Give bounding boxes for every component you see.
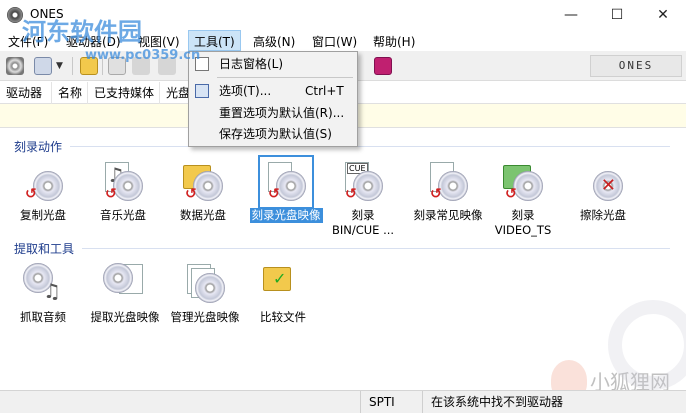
menu-help[interactable]: 帮助(H) (373, 33, 415, 50)
column-name[interactable]: 名称 (52, 82, 88, 104)
group-divider (82, 248, 670, 249)
tile-label: 刻录 VIDEO_TS (494, 208, 552, 237)
ones-logo: ONES (590, 55, 682, 77)
menu-item-reset-defaults[interactable]: 重置选项为默认值(R)... (189, 103, 357, 123)
bin-cue-icon: CUE ↺ (339, 159, 387, 205)
toolbar-separator (72, 57, 73, 75)
edit-icon[interactable] (108, 57, 126, 75)
log-pane-icon (195, 57, 209, 71)
menu-item-shortcut: Ctrl+T (305, 84, 344, 98)
book-icon[interactable] (374, 57, 392, 75)
data-disc-icon: ↺ (179, 159, 227, 205)
menu-tools[interactable]: 工具(T) (188, 30, 241, 51)
tile-label: 比较文件 (260, 310, 306, 324)
toolbar-separator (102, 57, 103, 75)
group-divider (70, 146, 670, 147)
minimize-button[interactable]: — (548, 0, 594, 30)
tile-copy-disc[interactable]: ↺ 复制光盘 (3, 159, 83, 223)
tile-label: 擦除光盘 (580, 208, 626, 222)
app-disc-icon (7, 7, 23, 23)
status-message: 在该系统中找不到驱动器 (422, 391, 602, 413)
common-image-icon: ↺ (424, 159, 472, 205)
tile-label: 复制光盘 (20, 208, 66, 222)
tile-manage-image[interactable]: 管理光盘映像 (163, 261, 247, 325)
tile-label: 刻录 BIN/CUE ... (331, 208, 395, 237)
menu-bar: 文件(F) 驱动器(D) 视图(V) 工具(T) 高级(N) 窗口(W) 帮助(… (0, 30, 686, 51)
menu-item-log-pane[interactable]: 日志窗格(L) (189, 54, 357, 74)
close-button[interactable]: ✕ (640, 0, 686, 30)
menu-item-label: 选项(T)... (219, 84, 272, 98)
burn-image-icon: ↺ (258, 155, 314, 209)
tile-compare-files[interactable]: ✓ 比较文件 (243, 261, 323, 325)
column-disc[interactable]: 光盘 (160, 82, 190, 104)
dropdown-arrow-icon[interactable]: ▼ (56, 57, 64, 75)
disc-tool-icon[interactable] (6, 57, 24, 75)
menu-drive[interactable]: 驱动器(D) (66, 33, 121, 50)
tile-label: 管理光盘映像 (170, 310, 240, 324)
compare-files-icon: ✓ (259, 261, 307, 307)
menu-separator (217, 77, 353, 78)
tile-label: 刻录常见映像 (413, 208, 483, 222)
tile-rip-audio[interactable]: ♫ 抓取音频 (3, 261, 83, 325)
group-title-burn: 刻录动作 (14, 140, 63, 154)
menu-item-label: 保存选项为默认值(S) (219, 127, 332, 141)
actions-panel: 刻录动作 ↺ 复制光盘 ♫↺ 音乐光盘 ↺ 数据光盘 ↺ 刻录光盘映像 CUE↺… (0, 131, 686, 390)
refresh-icon[interactable] (158, 57, 176, 75)
tile-music-disc[interactable]: ♫↺ 音乐光盘 (83, 159, 163, 223)
menu-item-save-defaults[interactable]: 保存选项为默认值(S) (189, 124, 357, 144)
tile-burn-common-image[interactable]: ↺ 刻录常见映像 (403, 159, 493, 223)
extract-image-icon (101, 261, 149, 307)
drive-tool-icon[interactable] (34, 57, 52, 75)
status-bar: SPTI 在该系统中找不到驱动器 (0, 390, 686, 413)
menu-advanced[interactable]: 高级(N) (253, 33, 295, 50)
tile-label: 提取光盘映像 (90, 310, 160, 324)
manage-image-icon (181, 261, 229, 307)
eject-icon[interactable] (132, 57, 150, 75)
open-folder-icon[interactable] (80, 57, 98, 75)
tile-data-disc[interactable]: ↺ 数据光盘 (163, 159, 243, 223)
maximize-button[interactable]: ☐ (594, 0, 640, 30)
menu-item-label: 日志窗格(L) (219, 57, 284, 71)
window-title: ONES (30, 7, 64, 21)
tile-label: 抓取音频 (20, 310, 66, 324)
column-supported-media[interactable]: 已支持媒体 (88, 82, 160, 104)
tile-erase-disc[interactable]: ✕ 擦除光盘 (563, 159, 643, 223)
music-disc-icon: ♫↺ (99, 159, 147, 205)
options-icon (195, 84, 209, 98)
tile-burn-bin-cue[interactable]: CUE ↺ 刻录 BIN/CUE ... (323, 159, 403, 238)
status-mode: SPTI (360, 391, 422, 413)
menu-item-options[interactable]: 选项(T)... Ctrl+T (189, 81, 357, 101)
video-ts-icon: ↺ (499, 159, 547, 205)
menu-item-label: 重置选项为默认值(R)... (219, 106, 345, 120)
group-title-extract: 提取和工具 (14, 242, 75, 256)
menu-window[interactable]: 窗口(W) (312, 33, 357, 50)
copy-disc-icon: ↺ (19, 159, 67, 205)
rip-audio-icon: ♫ (19, 261, 67, 307)
tile-burn-image[interactable]: ↺ 刻录光盘映像 (243, 155, 329, 223)
tile-burn-video-ts[interactable]: ↺ 刻录 VIDEO_TS (483, 159, 563, 238)
tile-label: 音乐光盘 (100, 208, 146, 222)
menu-file[interactable]: 文件(F) (8, 33, 48, 50)
erase-disc-icon: ✕ (579, 159, 627, 205)
tile-label: 刻录光盘映像 (249, 208, 323, 223)
menu-view[interactable]: 视图(V) (138, 33, 180, 50)
tile-label: 数据光盘 (180, 208, 226, 222)
tools-menu-dropdown: 日志窗格(L) 选项(T)... Ctrl+T 重置选项为默认值(R)... 保… (188, 51, 358, 147)
column-drive[interactable]: 驱动器 (0, 82, 52, 104)
tile-extract-image[interactable]: 提取光盘映像 (83, 261, 167, 325)
title-bar: ONES — ☐ ✕ (0, 0, 686, 30)
